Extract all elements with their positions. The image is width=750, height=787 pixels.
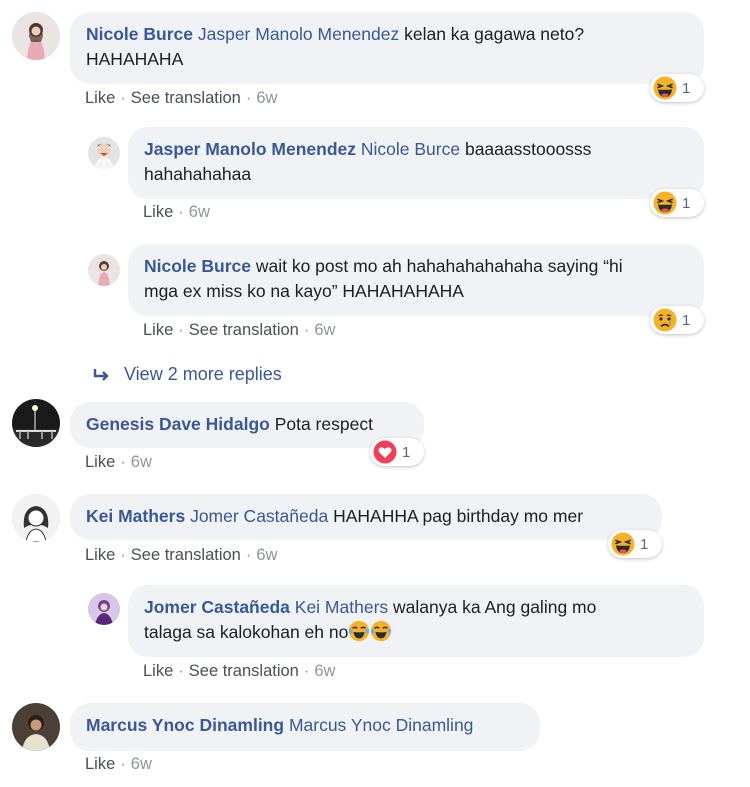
- timestamp[interactable]: 6w: [314, 321, 335, 339]
- comment-mention[interactable]: Kei Mathers: [295, 597, 388, 617]
- like-link[interactable]: Like: [85, 453, 115, 471]
- see-translation-link[interactable]: See translation: [189, 321, 299, 339]
- reaction-count: 1: [402, 443, 411, 461]
- comment-author[interactable]: Nicole Burce: [144, 256, 251, 276]
- comment-mention[interactable]: Jasper Manolo Menendez: [198, 24, 399, 44]
- avatar[interactable]: [88, 137, 120, 169]
- comment-author[interactable]: Nicole Burce: [86, 24, 193, 44]
- crying-laughing-emoji-icon: [348, 620, 370, 642]
- comment-actions: Like · See translation · 6w: [143, 662, 336, 680]
- comment-author[interactable]: Marcus Ynoc Dinamling: [86, 715, 284, 735]
- comment-text-line2: talaga sa kalokohan eh no: [144, 622, 349, 642]
- timestamp[interactable]: 6w: [131, 453, 152, 471]
- reply-arrow-icon: [93, 368, 109, 381]
- see-translation-link[interactable]: See translation: [131, 89, 241, 107]
- comment-actions: Like · See translation · 6w: [85, 546, 278, 564]
- haha-icon: [653, 191, 677, 215]
- like-link[interactable]: Like: [85, 546, 115, 564]
- comment-text: HAHAHHA pag birthday mo mer: [328, 506, 584, 526]
- comment-bubble: Genesis Dave Hidalgo Pota respect: [70, 402, 424, 448]
- comment-text: walanya ka Ang galing mo: [388, 597, 597, 617]
- comment-bubble: Jasper Manolo Menendez Nicole Burce baaa…: [128, 127, 704, 199]
- timestamp[interactable]: 6w: [131, 755, 152, 773]
- reaction-count: 1: [682, 311, 691, 329]
- comment-actions: Like · 6w: [85, 453, 152, 471]
- comment-bubble: Nicole Burce Jasper Manolo Menendez kela…: [70, 12, 704, 84]
- comment-bubble: Nicole Burce wait ko post mo ah hahahaha…: [128, 244, 704, 316]
- avatar[interactable]: [12, 399, 60, 447]
- like-link[interactable]: Like: [85, 755, 115, 773]
- comment-actions: Like · 6w: [143, 203, 210, 221]
- reaction-badge[interactable]: 1: [370, 438, 424, 466]
- haha-icon: [611, 532, 635, 556]
- comment-text-line2: HAHAHAHA: [86, 49, 184, 69]
- love-icon: [373, 440, 397, 464]
- comment-bubble: Marcus Ynoc Dinamling Marcus Ynoc Dinaml…: [70, 703, 540, 751]
- timestamp[interactable]: 6w: [256, 546, 277, 564]
- comment-text-line2: hahahahahaa: [144, 164, 252, 184]
- comment-text-line2: mga ex miss ko na kayo” HAHAHAHAHA: [144, 281, 464, 301]
- reaction-count: 1: [682, 194, 691, 212]
- reaction-count: 1: [640, 535, 649, 553]
- comment-author[interactable]: Jasper Manolo Menendez: [144, 139, 356, 159]
- avatar[interactable]: [88, 593, 120, 625]
- see-translation-link[interactable]: See translation: [131, 546, 241, 564]
- comment-text: kelan ka gagawa neto?: [399, 24, 585, 44]
- comment-author[interactable]: Jomer Castañeda: [144, 597, 290, 617]
- timestamp[interactable]: 6w: [256, 89, 277, 107]
- haha-icon: [653, 76, 677, 100]
- comment-author[interactable]: Kei Mathers: [86, 506, 185, 526]
- comment-actions: Like · 6w: [85, 755, 152, 773]
- avatar[interactable]: [12, 494, 60, 542]
- timestamp[interactable]: 6w: [189, 203, 210, 221]
- like-link[interactable]: Like: [143, 321, 173, 339]
- crying-laughing-emoji-icon: [370, 620, 392, 642]
- like-link[interactable]: Like: [143, 203, 173, 221]
- avatar[interactable]: [88, 254, 120, 286]
- comment-text: Pota respect: [269, 414, 373, 434]
- avatar[interactable]: [12, 703, 60, 751]
- see-translation-link[interactable]: See translation: [189, 662, 299, 680]
- reaction-badge[interactable]: 1: [650, 74, 704, 102]
- view-more-replies-label: View 2 more replies: [124, 364, 282, 384]
- timestamp[interactable]: 6w: [314, 662, 335, 680]
- comment-author[interactable]: Genesis Dave Hidalgo: [86, 414, 270, 434]
- comment-actions: Like · See translation · 6w: [85, 89, 278, 107]
- view-more-replies-link[interactable]: View 2 more replies: [92, 364, 282, 385]
- like-link[interactable]: Like: [143, 662, 173, 680]
- comment-text: baaaasstooosss: [460, 139, 592, 159]
- comment-bubble: Jomer Castañeda Kei Mathers walanya ka A…: [128, 585, 704, 657]
- comment-mention[interactable]: Nicole Burce: [361, 139, 460, 159]
- comment-actions: Like · See translation · 6w: [143, 321, 336, 339]
- sad-icon: [653, 308, 677, 332]
- like-link[interactable]: Like: [85, 89, 115, 107]
- comment-mention[interactable]: Jomer Castañeda: [190, 506, 328, 526]
- reaction-badge[interactable]: 1: [650, 306, 704, 334]
- reaction-badge[interactable]: 1: [608, 530, 662, 558]
- reaction-badge[interactable]: 1: [650, 189, 704, 217]
- comment-mention[interactable]: Marcus Ynoc Dinamling: [289, 715, 473, 735]
- comment-text: wait ko post mo ah hahahahahahaha saying…: [250, 256, 623, 276]
- avatar[interactable]: [12, 12, 60, 60]
- comment-bubble: Kei Mathers Jomer Castañeda HAHAHHA pag …: [70, 494, 662, 540]
- reaction-count: 1: [682, 79, 691, 97]
